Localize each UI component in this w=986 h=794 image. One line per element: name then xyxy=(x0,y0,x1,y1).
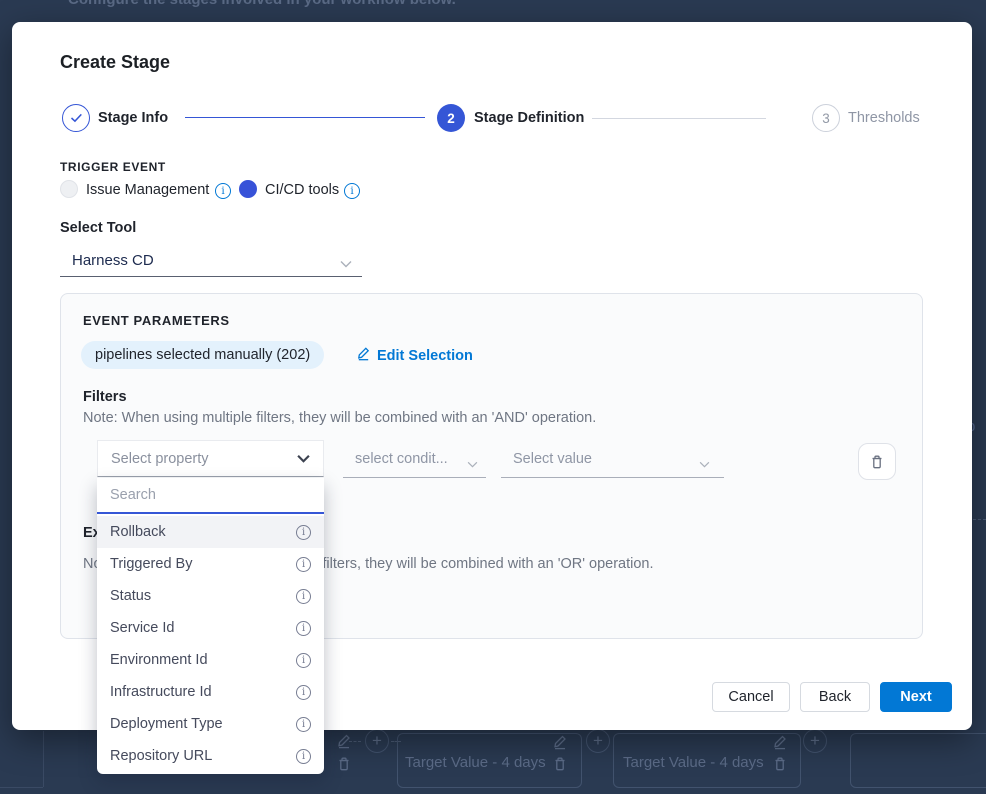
edit-selection-link[interactable]: Edit Selection xyxy=(356,346,473,365)
chevron-down-icon xyxy=(340,255,352,273)
background-card-edge xyxy=(0,787,43,788)
chevron-down-icon xyxy=(699,455,710,473)
background-heading-text: Configure the stages involved in your wo… xyxy=(68,0,456,8)
trash-icon xyxy=(336,756,352,772)
info-icon[interactable]: i xyxy=(296,653,311,668)
create-stage-modal: Create Stage Stage Info 2 Stage Definiti… xyxy=(12,22,972,730)
info-icon[interactable]: i xyxy=(296,525,311,540)
info-icon[interactable]: i xyxy=(296,685,311,700)
add-stage-icon: + xyxy=(803,729,827,753)
info-icon[interactable]: i xyxy=(344,183,360,199)
filters-heading: Filters xyxy=(83,389,127,405)
info-icon[interactable]: i xyxy=(296,589,311,604)
background-stage-card xyxy=(850,733,986,788)
select-tool-dropdown[interactable]: Harness CD xyxy=(60,244,362,277)
dropdown-option-deployment-type[interactable]: Deployment Type i xyxy=(97,708,324,740)
select-property-dropdown[interactable]: Select property xyxy=(97,440,324,477)
info-icon[interactable]: i xyxy=(296,621,311,636)
step-number-badge[interactable]: 3 xyxy=(812,104,840,132)
filters-note: Note: When using multiple filters, they … xyxy=(83,410,596,426)
background-card-label: Target Value - 4 days xyxy=(623,754,764,771)
dropdown-option-triggered-by[interactable]: Triggered By i xyxy=(97,548,324,580)
stepper-connector xyxy=(185,117,425,118)
step-label-thresholds[interactable]: Thresholds xyxy=(848,110,920,126)
event-parameters-heading: EVENT PARAMETERS xyxy=(83,313,230,328)
trigger-event-label: TRIGGER EVENT xyxy=(60,160,166,174)
dropdown-option-repository-url[interactable]: Repository URL i xyxy=(97,740,324,772)
delete-filter-button[interactable] xyxy=(858,443,896,480)
search-input[interactable] xyxy=(97,487,324,503)
dropdown-option-infrastructure-id[interactable]: Infrastructure Id i xyxy=(97,676,324,708)
chevron-down-icon xyxy=(467,455,478,473)
select-tool-value: Harness CD xyxy=(72,252,154,269)
select-value-placeholder: Select value xyxy=(513,451,592,467)
step-label-stage-definition[interactable]: Stage Definition xyxy=(474,110,584,126)
background-connector xyxy=(349,741,361,742)
step-number-badge[interactable]: 2 xyxy=(437,104,465,132)
info-icon[interactable]: i xyxy=(296,557,311,572)
property-options-popover: Rollback i Triggered By i Status i Servi… xyxy=(97,478,324,774)
info-icon[interactable]: i xyxy=(296,749,311,764)
add-stage-icon: + xyxy=(365,729,389,753)
stepper-connector xyxy=(592,118,766,119)
select-condition-placeholder: select condit... xyxy=(355,451,448,467)
edit-selection-label: Edit Selection xyxy=(377,348,473,364)
info-icon[interactable]: i xyxy=(215,183,231,199)
info-icon[interactable]: i xyxy=(296,717,311,732)
select-value-dropdown[interactable]: Select value xyxy=(501,441,724,478)
screen: Configure the stages involved in your wo… xyxy=(0,0,986,794)
step-label-stage-info[interactable]: Stage Info xyxy=(98,110,168,126)
background-card-edge xyxy=(43,731,44,787)
next-button[interactable]: Next xyxy=(880,682,952,712)
radio-cicd-tools[interactable] xyxy=(239,180,257,198)
dropdown-option-environment-id[interactable]: Environment Id i xyxy=(97,644,324,676)
back-button[interactable]: Back xyxy=(800,682,870,712)
radio-label-issue-management[interactable]: Issue Management xyxy=(86,182,209,198)
dropdown-option-status[interactable]: Status i xyxy=(97,580,324,612)
radio-label-cicd-tools[interactable]: CI/CD tools xyxy=(265,182,339,198)
cancel-button[interactable]: Cancel xyxy=(712,682,790,712)
chevron-down-icon xyxy=(297,450,310,468)
edit-icon xyxy=(356,346,371,365)
trash-icon xyxy=(772,756,788,772)
dropdown-search xyxy=(97,478,324,514)
edit-icon xyxy=(772,734,788,750)
select-property-placeholder: Select property xyxy=(111,451,209,467)
select-condition-dropdown[interactable]: select condit... xyxy=(343,441,486,478)
background-card-label: Target Value - 4 days xyxy=(405,754,546,771)
trash-icon xyxy=(552,756,568,772)
radio-issue-management[interactable] xyxy=(60,180,78,198)
dropdown-option-rollback[interactable]: Rollback i xyxy=(97,516,324,548)
edit-icon xyxy=(552,734,568,750)
step-complete-icon[interactable] xyxy=(62,104,90,132)
pipelines-selected-chip: pipelines selected manually (202) xyxy=(81,341,324,369)
modal-title: Create Stage xyxy=(60,52,170,73)
add-stage-icon: + xyxy=(586,729,610,753)
select-tool-label: Select Tool xyxy=(60,220,136,236)
dropdown-option-service-id[interactable]: Service Id i xyxy=(97,612,324,644)
modal-footer: Cancel Back Next xyxy=(712,682,952,712)
